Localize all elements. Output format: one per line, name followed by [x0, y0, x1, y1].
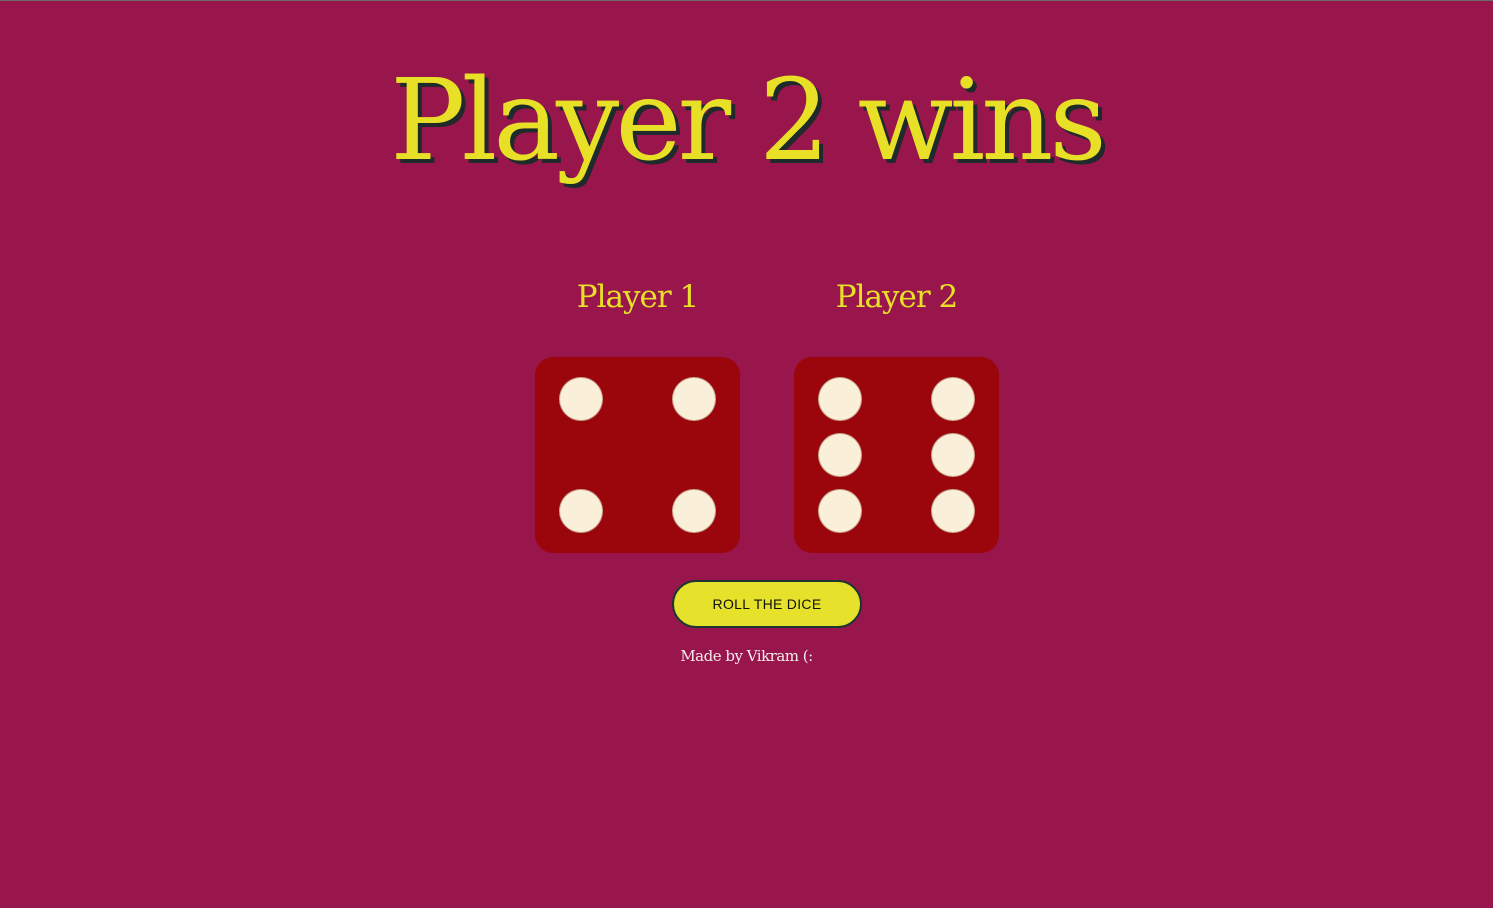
die-pip: [932, 434, 974, 476]
die-pip: [932, 490, 974, 532]
die-pip: [673, 378, 715, 420]
die-pip: [932, 378, 974, 420]
credit-text: Made by Vikram (:: [680, 647, 813, 665]
die-pip: [819, 434, 861, 476]
winner-title: Player 2 wins: [390, 56, 1107, 186]
die-pip: [560, 490, 602, 532]
player-2-label: Player 2: [835, 279, 959, 315]
die-pip: [560, 378, 602, 420]
player-1-die: [535, 357, 740, 553]
player-1-label: Player 1: [576, 279, 700, 315]
die-pip: [819, 490, 861, 532]
roll-dice-button[interactable]: ROLL THE DICE: [672, 580, 862, 628]
player-2-die: [794, 357, 999, 553]
die-pip: [673, 490, 715, 532]
die-pip: [819, 378, 861, 420]
